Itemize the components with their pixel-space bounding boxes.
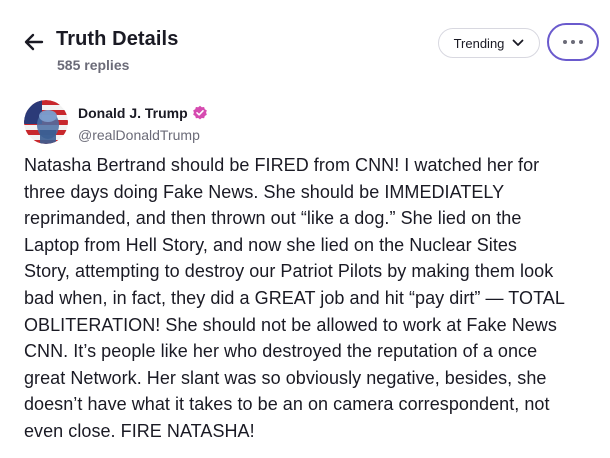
sort-dropdown-label: Trending <box>453 35 505 51</box>
author-name[interactable]: Donald J. Trump <box>78 105 188 121</box>
page-header: Truth Details 585 replies Trending <box>0 0 610 92</box>
ellipsis-icon <box>561 40 585 44</box>
sort-dropdown[interactable]: Trending <box>438 28 540 58</box>
chevron-down-icon <box>513 39 524 46</box>
back-button[interactable] <box>22 30 48 54</box>
post-body-text: Natasha Bertrand should be FIRED from CN… <box>24 155 565 441</box>
reply-count: 585 replies <box>57 57 130 73</box>
avatar[interactable] <box>24 100 68 144</box>
post-author: Donald J. Trump @realDonaldTrump <box>24 100 524 146</box>
arrow-left-icon <box>24 33 44 51</box>
author-handle[interactable]: @realDonaldTrump <box>78 127 200 143</box>
more-options-button[interactable] <box>547 23 599 61</box>
verified-badge-icon <box>193 105 207 120</box>
page-title: Truth Details <box>56 28 179 50</box>
